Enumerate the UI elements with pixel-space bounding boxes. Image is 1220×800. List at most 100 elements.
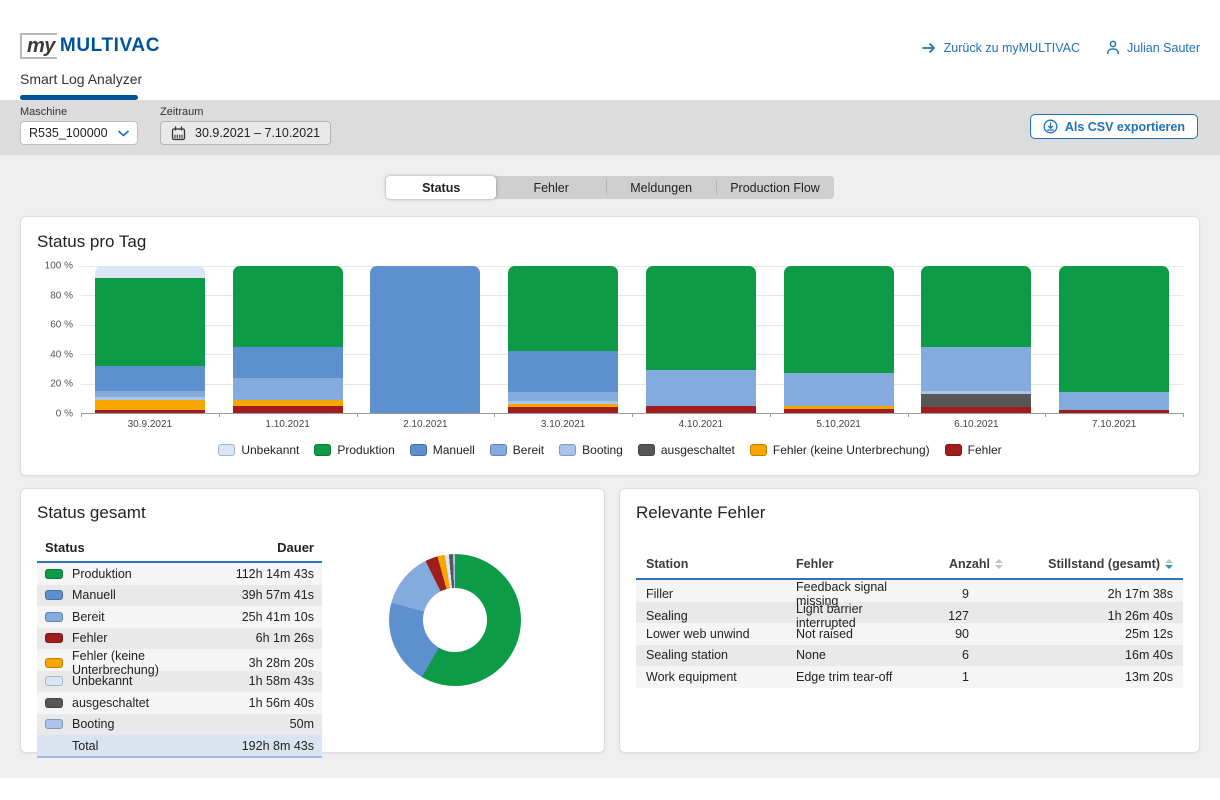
dauer-value: 3h 28m 20s [202,656,314,670]
relevante-fehler-card: Relevante Fehler Station Fehler Anzahl S… [619,488,1200,753]
export-csv-button[interactable]: Als CSV exportieren [1030,114,1198,139]
anzahl-cell: 6 [903,648,1003,662]
status-row-ausgeschaltet: ausgeschaltet1h 56m 40s [37,692,322,714]
status-gesamt-title: Status gesamt [37,503,588,523]
sort-desc-icon[interactable] [1165,559,1173,569]
user-name: Julian Sauter [1127,41,1200,55]
status-swatch [45,676,63,686]
fehler-row: Sealing stationNone616m 40s [636,645,1183,667]
status-swatch [45,633,63,643]
status-donut-chart [389,554,521,686]
tab-meldungen[interactable]: Meldungen [606,176,716,199]
status-row-bereit: Bereit25h 41m 10s [37,606,322,628]
y-tick-label: 20 % [50,379,73,390]
status-label: ausgeschaltet [72,696,149,710]
status-gesamt-table: Status Dauer Produktion 112h 14m 43s Manue… [37,536,322,758]
bar-segment-bereit [646,370,756,405]
bar-segment-bereit [1059,392,1169,410]
legend-swatch [559,444,576,456]
bar-segment-manuell [370,266,480,413]
zeitraum-field[interactable]: 30.9.2021 – 7.10.2021 [160,121,331,145]
x-axis-label: 2.10.2021 [357,419,495,430]
station-cell: Filler [646,587,796,601]
y-tick-label: 100 % [45,261,73,272]
bar-segment-produktion [784,266,894,373]
legend-item-booting[interactable]: Booting [559,443,623,457]
dauer-value: 112h 14m 43s [202,567,314,581]
dauer-column-header: Dauer [202,540,314,555]
status-swatch [45,612,63,622]
status-label: Fehler [72,631,107,645]
filter-bar: Maschine R535_100000 Zeitraum 30.9.2021 … [0,100,1220,155]
y-tick-label: 60 % [50,320,73,331]
status-swatch [45,590,63,600]
status-row-manuell: Manuell39h 57m 41s [37,585,322,607]
fehler-row: FillerFeedback signal missing92h 17m 38s [636,580,1183,602]
chart-plot [81,266,1183,414]
dauer-value: 25h 41m 10s [202,610,314,624]
x-axis-label: 5.10.2021 [770,419,908,430]
fehler-cell: Light barrier interrupted [796,602,903,630]
status-row-booting: Booting50m [37,714,322,736]
view-tabs: StatusFehlerMeldungenProduction Flow [386,176,834,199]
status-cell: Produktion [45,567,202,581]
legend-label: Bereit [513,443,544,457]
stacked-bar [233,266,343,413]
status-column-header: Status [45,540,202,555]
tab-fehler[interactable]: Fehler [496,176,606,199]
stillstand-column-header[interactable]: Stillstand (gesamt) [1003,557,1173,571]
bar-group [494,266,632,413]
anzahl-cell: 1 [903,670,1003,684]
back-to-mymultivac-link[interactable]: Zurück zu myMULTIVAC [922,41,1080,55]
dauer-value: 50m [202,717,314,731]
stillstand-cell: 2h 17m 38s [1003,587,1173,601]
status-swatch [45,719,63,729]
tab-production-flow[interactable]: Production Flow [716,176,834,199]
status-label: Unbekannt [72,674,132,688]
legend-swatch [750,444,767,456]
legend-swatch [638,444,655,456]
x-axis-label: 3.10.2021 [494,419,632,430]
status-cell: Bereit [45,610,202,624]
stacked-bar [646,266,756,413]
fehler-cell: Not raised [796,627,903,641]
stacked-bar [784,266,894,413]
legend-item-manuell[interactable]: Manuell [410,443,475,457]
legend-item-produktion[interactable]: Produktion [314,443,394,457]
fehler-row: Lower web unwindNot raised9025m 12s [636,623,1183,645]
status-pro-tag-title: Status pro Tag [37,232,1183,252]
tab-status[interactable]: Status [386,176,496,199]
mymultivac-logo[interactable]: my MULTIVAC [20,33,160,59]
stacked-bar-chart: 100 %80 %60 %40 %20 %0 % [37,266,1183,414]
status-swatch [45,658,63,668]
bar-segment-produktion [1059,266,1169,392]
axis-tick [357,413,358,417]
station-cell: Work equipment [646,670,796,684]
sort-icon[interactable] [995,559,1003,569]
user-menu[interactable]: Julian Sauter [1106,40,1200,55]
back-link-label: Zurück zu myMULTIVAC [944,41,1080,55]
maschine-select[interactable]: R535_100000 [20,121,138,145]
legend-item-fehler[interactable]: Fehler [945,443,1002,457]
axis-tick [632,413,633,417]
app-tab[interactable]: Smart Log Analyzer [20,71,142,100]
legend-item-unbekannt[interactable]: Unbekannt [218,443,299,457]
relevante-fehler-table: Station Fehler Anzahl Stillstand (gesamt… [636,553,1183,688]
calendar-icon [171,126,186,141]
legend-swatch [314,444,331,456]
bar-segment-unbekannt [95,266,205,278]
bar-segment-fehler_ku [95,400,205,410]
stacked-bar [921,266,1031,413]
legend-swatch [410,444,427,456]
legend-item-bereit[interactable]: Bereit [490,443,544,457]
bar-group [219,266,357,413]
dauer-value: 1h 58m 43s [202,674,314,688]
anzahl-cell: 90 [903,627,1003,641]
status-label: Produktion [72,567,132,581]
total-label: Total [45,739,202,753]
status-cell: Unbekannt [45,674,202,688]
legend-item-ausgeschaltet[interactable]: ausgeschaltet [638,443,735,457]
anzahl-column-header[interactable]: Anzahl [903,557,1003,571]
legend-item-fehler_ku[interactable]: Fehler (keine Unterbrechung) [750,443,930,457]
logo-my-text: my [27,35,55,58]
